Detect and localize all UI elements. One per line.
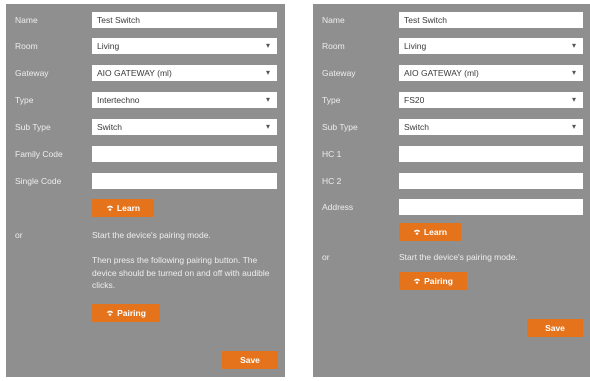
pairing-button-label: Pairing — [117, 308, 146, 318]
hc2-label: HC 2 — [322, 176, 342, 186]
fs20-device-form: Name Test Switch Room Living Gateway AIO… — [313, 4, 590, 377]
room-label: Room — [15, 41, 38, 51]
room-select[interactable]: Living — [92, 38, 277, 54]
pairing-button[interactable]: Pairing — [92, 304, 160, 322]
gateway-select[interactable]: AIO GATEWAY (ml) — [92, 65, 277, 81]
single-code-label: Single Code — [15, 176, 62, 186]
hc2-input[interactable] — [399, 173, 583, 189]
gateway-label: Gateway — [15, 68, 49, 78]
address-input[interactable] — [399, 199, 583, 215]
pairing-instruction: Start the device's pairing mode. — [92, 230, 211, 240]
single-code-input[interactable] — [92, 173, 277, 189]
type-label: Type — [15, 95, 34, 105]
intertechno-device-form: Name Test Switch Room Living Gateway AIO… — [6, 4, 285, 377]
learn-button[interactable]: Learn — [399, 223, 461, 241]
subtype-select[interactable]: Switch — [399, 119, 583, 135]
pairing-instruction: Start the device's pairing mode. — [399, 252, 518, 262]
subtype-select[interactable]: Switch — [92, 119, 277, 135]
hc1-label: HC 1 — [322, 149, 342, 159]
name-label: Name — [322, 15, 345, 25]
wifi-icon — [413, 229, 421, 236]
wifi-icon — [106, 310, 114, 317]
room-select[interactable]: Living — [399, 38, 583, 54]
name-input[interactable]: Test Switch — [399, 12, 583, 28]
type-select[interactable]: FS20 — [399, 92, 583, 108]
learn-button-label: Learn — [423, 227, 448, 237]
wifi-icon — [106, 205, 114, 212]
learn-button[interactable]: Learn — [92, 199, 154, 217]
gateway-label: Gateway — [322, 68, 356, 78]
family-code-input[interactable] — [92, 146, 277, 162]
type-label: Type — [322, 95, 341, 105]
room-label: Room — [322, 41, 345, 51]
wifi-icon — [413, 278, 421, 285]
gateway-select[interactable]: AIO GATEWAY (ml) — [399, 65, 583, 81]
type-select[interactable]: Intertechno — [92, 92, 277, 108]
address-label: Address — [322, 202, 354, 212]
pairing-instruction-detail: Then press the following pairing button.… — [92, 255, 270, 290]
or-label: or — [15, 230, 23, 240]
subtype-label: Sub Type — [15, 122, 51, 132]
pairing-button-label: Pairing — [424, 276, 453, 286]
save-button[interactable]: Save — [527, 319, 583, 337]
save-button[interactable]: Save — [222, 351, 278, 369]
pairing-button[interactable]: Pairing — [399, 272, 467, 290]
name-label: Name — [15, 15, 38, 25]
hc1-input[interactable] — [399, 146, 583, 162]
learn-button-label: Learn — [116, 203, 141, 213]
or-label: or — [322, 252, 330, 262]
name-input[interactable]: Test Switch — [92, 12, 277, 28]
subtype-label: Sub Type — [322, 122, 358, 132]
family-code-label: Family Code — [15, 149, 63, 159]
